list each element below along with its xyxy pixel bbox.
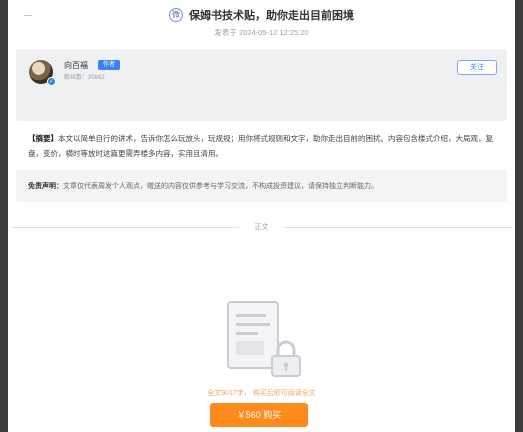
verified-icon: ✓ <box>47 77 56 86</box>
buy-button[interactable]: ￥560 购买 <box>210 403 308 427</box>
abstract: 【摘要】本文以简单自行的讲术，告诉你怎么玩放头，玩规规；用你将式规则和文字，助你… <box>28 131 498 161</box>
publish-date: 发表于 2024-05-12 12:25:20 <box>214 28 309 37</box>
abstract-text: 本文以简单自行的讲术，告诉你怎么玩放头，玩规规；用你将式规则和文字，助你走出目前… <box>28 134 493 158</box>
avatar[interactable]: ✓ <box>29 60 56 86</box>
divider-right <box>284 227 512 228</box>
disclaimer: 免责声明：文章仅代表周发个人观点，赠送的内容仅供参考与学习交流，不构成投资建议，… <box>16 170 507 202</box>
article-page: 微 保姆书技术贴，助你走出目前困境 发表于 2024-05-12 12:25:2… <box>8 0 515 432</box>
author-badge: 作者 <box>98 60 121 70</box>
section-label: 正文 <box>254 224 269 231</box>
disclaimer-label: 免责声明： <box>28 183 63 190</box>
follower-count: 粉丝数：20862 <box>64 75 105 81</box>
word-count-text: 全文9017字， 购买后即可阅读全文 <box>207 390 316 397</box>
disclaimer-text: 文章仅代表周发个人观点，赠送的内容仅供参考与学习交流，不构成投资建议，请保持独立… <box>63 183 378 190</box>
abstract-label: 【摘要】 <box>28 134 58 143</box>
author-name[interactable]: 向百福 <box>64 60 88 71</box>
follow-button[interactable]: 关注 <box>457 60 497 75</box>
divider-left <box>11 227 239 228</box>
article-title: 保姆书技术贴，助你走出目前困境 <box>189 10 354 22</box>
title-row: 微 保姆书技术贴，助你走出目前困境 <box>8 7 515 23</box>
logo-icon: 微 <box>169 8 183 22</box>
locked-document-icon <box>227 301 301 377</box>
article-header: 微 保姆书技术贴，助你走出目前困境 发表于 2024-05-12 12:25:2… <box>8 7 515 38</box>
author-card: ✓ 向百福 作者 粉丝数：20862 关注 <box>16 49 507 121</box>
